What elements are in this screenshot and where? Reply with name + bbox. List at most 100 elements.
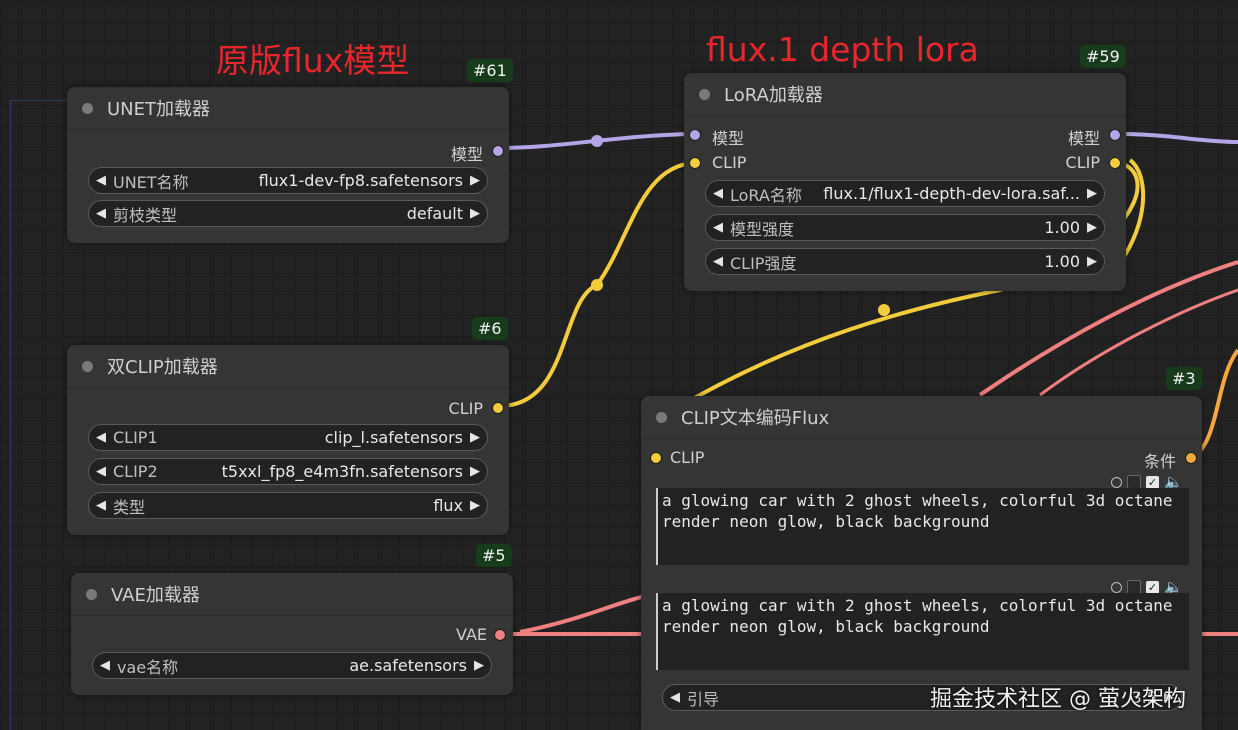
widget-label: LoRA名称 xyxy=(730,185,802,205)
unet-output-label: 模型 xyxy=(450,145,483,164)
lora-output-clip-label: CLIP xyxy=(1065,153,1100,172)
arrow-left-icon[interactable]: ◀ xyxy=(89,206,113,221)
widget-value: ae.safetensors xyxy=(349,656,467,675)
dualclip-type-widget[interactable]: ◀ 类型 flux ▶ xyxy=(88,492,488,519)
watermark: 掘金技术社区 @ 萤火架构 xyxy=(930,687,1186,712)
arrow-right-icon[interactable]: ▶ xyxy=(467,658,491,673)
collapse-dot-icon[interactable] xyxy=(82,102,93,114)
lora-input-clip-label: CLIP xyxy=(712,153,747,172)
arrow-left-icon[interactable]: ◀ xyxy=(93,658,117,673)
arrow-right-icon[interactable]: ▶ xyxy=(463,498,487,513)
wire-red-2 xyxy=(1039,288,1238,397)
arrow-right-icon[interactable]: ▶ xyxy=(1080,254,1104,269)
collapse-dot-icon[interactable] xyxy=(82,360,93,372)
radio-icon[interactable] xyxy=(1111,581,1122,593)
arrow-right-icon[interactable]: ▶ xyxy=(463,430,487,445)
widget-label: CLIP强度 xyxy=(730,253,797,273)
wire-model-lora-out xyxy=(1117,132,1238,144)
collapse-dot-icon[interactable] xyxy=(699,88,710,100)
wire-clip-midpoint xyxy=(591,279,603,291)
widget-value: 1.00 xyxy=(1044,252,1080,271)
unet-prune-widget[interactable]: ◀ 剪枝类型 default ▶ xyxy=(88,200,488,227)
arrow-right-icon[interactable]: ▶ xyxy=(1080,220,1104,235)
node-clip-text-encode-flux[interactable]: CLIP文本编码Flux CLIP 条件 ✓ 🔈 a glowing car w… xyxy=(641,396,1202,730)
widget-label: CLIP2 xyxy=(113,462,158,481)
collapse-dot-icon[interactable] xyxy=(656,411,667,423)
node-dualclip-header[interactable]: 双CLIP加载器 xyxy=(67,345,509,388)
widget-value: flux xyxy=(433,496,463,515)
widget-value: 1.00 xyxy=(1044,218,1080,237)
dualclip-clip2-widget[interactable]: ◀ CLIP2 t5xxl_fp8_e4m3fn.safetensors ▶ xyxy=(88,458,488,485)
lora-input-clip-port-icon[interactable] xyxy=(689,157,701,169)
widget-value: flux.1/flux1-depth-dev-lora.saf... xyxy=(823,184,1080,203)
widget-label: CLIP1 xyxy=(113,428,158,447)
node-dualclip-title: 双CLIP加载器 xyxy=(107,357,218,378)
lora-output-model-port-icon[interactable] xyxy=(1109,129,1121,141)
vae-name-widget[interactable]: ◀ vae名称 ae.safetensors ▶ xyxy=(92,652,492,679)
lora-input-model-label: 模型 xyxy=(712,129,745,148)
vae-output-port-icon[interactable] xyxy=(494,629,506,641)
clipenc-input-clip-port-icon[interactable] xyxy=(650,452,662,464)
widget-value: flux1-dev-fp8.safetensors xyxy=(258,171,463,190)
annotation-original-flux: 原版flux模型 xyxy=(216,41,410,80)
arrow-left-icon[interactable]: ◀ xyxy=(706,186,730,201)
unet-name-widget[interactable]: ◀ UNET名称 flux1-dev-fp8.safetensors ▶ xyxy=(88,167,488,194)
widget-label: UNET名称 xyxy=(113,172,189,192)
checkbox-empty-icon[interactable] xyxy=(1127,475,1141,489)
widget-label: vae名称 xyxy=(117,657,179,677)
widget-label: 引导 xyxy=(687,689,720,709)
lora-clip-strength-widget[interactable]: ◀ CLIP强度 1.00 ▶ xyxy=(705,248,1105,275)
wire-clip2-midpoint xyxy=(878,304,890,316)
arrow-left-icon[interactable]: ◀ xyxy=(89,464,113,479)
node-unet-header[interactable]: UNET加载器 xyxy=(67,87,509,130)
checkbox-checked-icon[interactable]: ✓ xyxy=(1146,475,1159,489)
node-vae-title: VAE加载器 xyxy=(111,585,200,606)
clip-l-text-input[interactable]: a glowing car with 2 ghost wheels, color… xyxy=(656,488,1189,565)
widget-value: default xyxy=(406,204,463,223)
widget-label: 类型 xyxy=(113,497,146,517)
unet-output-port-icon[interactable] xyxy=(492,145,504,157)
node-lora-header[interactable]: LoRA加载器 xyxy=(684,73,1126,116)
t5xxl-text-input[interactable]: a glowing car with 2 ghost wheels, color… xyxy=(656,593,1189,670)
lora-model-strength-widget[interactable]: ◀ 模型强度 1.00 ▶ xyxy=(705,214,1105,241)
checkbox-checked-icon[interactable]: ✓ xyxy=(1146,580,1159,594)
widget-value: t5xxl_fp8_e4m3fn.safetensors xyxy=(221,462,463,481)
arrow-right-icon[interactable]: ▶ xyxy=(463,206,487,221)
lora-name-widget[interactable]: ◀ LoRA名称 flux.1/flux1-depth-dev-lora.saf… xyxy=(705,180,1105,207)
widget-value: clip_l.safetensors xyxy=(324,428,463,447)
arrow-right-icon[interactable]: ▶ xyxy=(463,173,487,188)
node-unet-badge: #61 xyxy=(467,59,513,82)
arrow-left-icon[interactable]: ◀ xyxy=(89,430,113,445)
arrow-left-icon[interactable]: ◀ xyxy=(663,690,687,705)
radio-icon[interactable] xyxy=(1111,476,1122,488)
arrow-left-icon[interactable]: ◀ xyxy=(706,220,730,235)
node-vae-loader[interactable]: VAE加载器 VAE ◀ vae名称 ae.safetensors ▶ xyxy=(71,573,513,695)
clipenc-output-port-icon[interactable] xyxy=(1185,452,1197,464)
node-lora-title: LoRA加载器 xyxy=(724,85,823,106)
node-clipenc-title: CLIP文本编码Flux xyxy=(681,408,830,429)
dualclip-output-port-icon[interactable] xyxy=(492,402,504,414)
node-dualclip-badge: #6 xyxy=(472,317,508,340)
node-clipenc-header[interactable]: CLIP文本编码Flux xyxy=(641,396,1202,439)
arrow-left-icon[interactable]: ◀ xyxy=(89,173,113,188)
node-dualclip-loader[interactable]: 双CLIP加载器 CLIP ◀ CLIP1 clip_l.safetensors… xyxy=(67,345,509,535)
node-lora-badge: #59 xyxy=(1080,45,1126,68)
node-unet-title: UNET加载器 xyxy=(107,99,211,120)
lora-input-model-port-icon[interactable] xyxy=(689,129,701,141)
arrow-left-icon[interactable]: ◀ xyxy=(89,498,113,513)
widget-label: 模型强度 xyxy=(730,219,795,239)
checkbox-empty-icon[interactable] xyxy=(1127,580,1141,594)
collapse-dot-icon[interactable] xyxy=(86,588,97,600)
arrow-right-icon[interactable]: ▶ xyxy=(463,464,487,479)
node-lora-loader[interactable]: LoRA加载器 模型 CLIP 模型 CLIP ◀ LoRA名称 flux.1/… xyxy=(684,73,1126,291)
lora-output-clip-port-icon[interactable] xyxy=(1109,157,1121,169)
node-vae-header[interactable]: VAE加载器 xyxy=(71,573,513,616)
clipenc-output-label: 条件 xyxy=(1143,452,1176,471)
arrow-right-icon[interactable]: ▶ xyxy=(1080,186,1104,201)
node-vae-badge: #5 xyxy=(476,544,512,567)
vae-output-label: VAE xyxy=(456,625,487,644)
node-unet-loader[interactable]: UNET加载器 模型 ◀ UNET名称 flux1-dev-fp8.safete… xyxy=(67,87,509,243)
widget-label: 剪枝类型 xyxy=(113,205,178,225)
dualclip-clip1-widget[interactable]: ◀ CLIP1 clip_l.safetensors ▶ xyxy=(88,424,488,451)
arrow-left-icon[interactable]: ◀ xyxy=(706,254,730,269)
